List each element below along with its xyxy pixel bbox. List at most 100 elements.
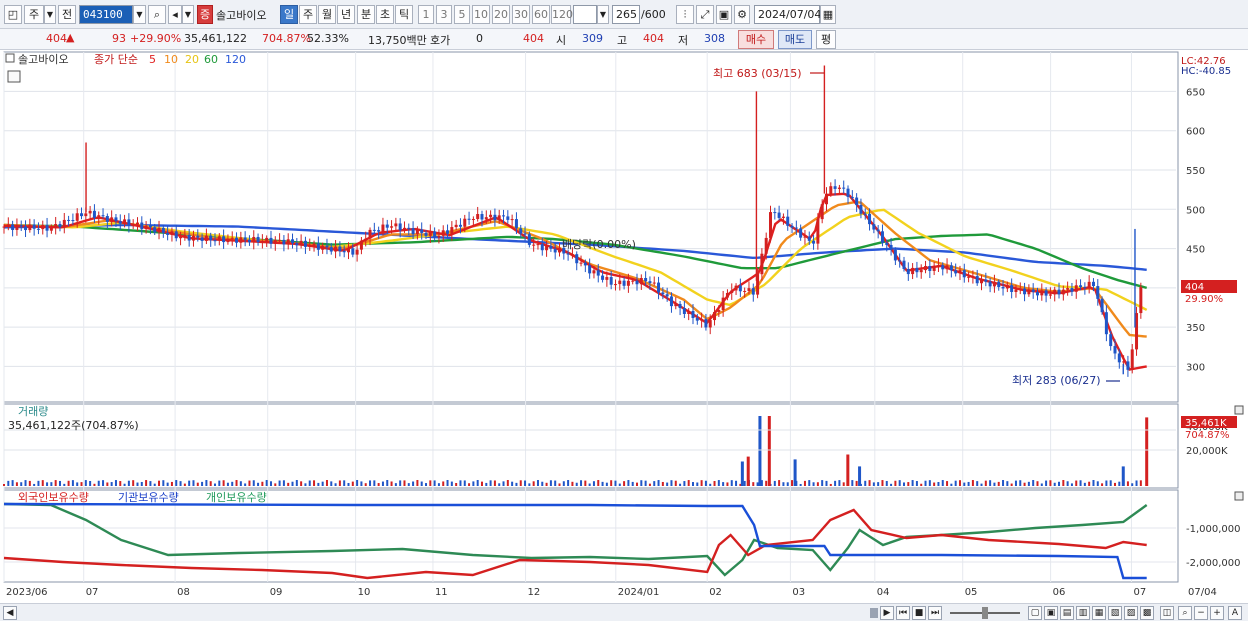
candle-body	[291, 239, 295, 244]
sound-dropdown-icon[interactable]: ▼	[182, 5, 194, 24]
first-page-icon[interactable]: ⏮	[896, 606, 910, 620]
volume-bar	[722, 482, 725, 486]
holdings-close-icon[interactable]	[1234, 491, 1244, 501]
layout-icon-5[interactable]: ▦	[1092, 606, 1106, 620]
volume-bar	[782, 482, 785, 486]
period-second[interactable]: 초	[376, 5, 394, 24]
layout-icon-2[interactable]: ▣	[1044, 606, 1058, 620]
layout-icon-3[interactable]: ▤	[1060, 606, 1074, 620]
zoom-search-icon[interactable]: ⌕	[1178, 606, 1192, 620]
candle-body	[286, 239, 290, 245]
stop-icon[interactable]: ■	[912, 606, 926, 620]
volume-close-icon[interactable]	[1234, 405, 1244, 415]
custom-interval-input[interactable]	[573, 5, 597, 24]
stock-chart-svg[interactable]: 30035040045050055060065040,000K20,000K-1…	[0, 50, 1248, 603]
volume-bar	[321, 481, 324, 486]
volume-bar	[1114, 482, 1117, 486]
candle-body	[381, 224, 385, 232]
eval-button[interactable]: 평	[816, 30, 836, 49]
period-tick[interactable]: 틱	[395, 5, 413, 24]
interval-dropdown-icon[interactable]: ▼	[597, 5, 609, 24]
interval-60[interactable]: 60	[532, 5, 550, 24]
stock-code-input[interactable]: 043100	[79, 5, 133, 24]
layout-icon-8[interactable]: ▩	[1140, 606, 1154, 620]
interval-120[interactable]: 120	[551, 5, 573, 24]
chart-area[interactable]: 30035040045050055060065040,000K20,000K-1…	[0, 50, 1248, 603]
layout-icon-4[interactable]: ▥	[1076, 606, 1090, 620]
candle-body	[458, 224, 462, 227]
volume-bar	[476, 480, 479, 486]
draw-tool-icon[interactable]: ⤢	[696, 5, 714, 24]
period-week[interactable]: 주	[299, 5, 317, 24]
holdings-individual-title: 개인보유수량	[206, 491, 267, 504]
candle-body	[764, 237, 768, 254]
candle-type-icon[interactable]: ⫶	[676, 5, 694, 24]
candle-body	[11, 224, 15, 230]
scroll-thumb[interactable]	[870, 608, 878, 618]
interval-10[interactable]: 10	[472, 5, 490, 24]
candle-body	[575, 254, 579, 264]
layout-icon-6[interactable]: ▧	[1108, 606, 1122, 620]
layout-icon-9[interactable]: ◫	[1160, 606, 1174, 620]
candle-body	[179, 236, 183, 239]
speaker-icon[interactable]: ◂	[168, 5, 182, 24]
candle-body	[372, 229, 376, 231]
quote-bar: 404 ▲ 93 +29.90% 35,461,122 704.87% 52.3…	[0, 29, 1248, 50]
volume-bar	[493, 480, 496, 486]
calendar-icon[interactable]: ▦	[820, 5, 836, 24]
table-toggle-icon[interactable]	[7, 70, 21, 83]
buy-button[interactable]: 매수	[738, 30, 774, 49]
candle-body	[545, 245, 549, 251]
code-dropdown-icon[interactable]: ▼	[133, 5, 146, 24]
volume-bar	[605, 482, 608, 486]
interval-5[interactable]: 5	[454, 5, 470, 24]
zoom-slider-thumb[interactable]	[982, 607, 988, 619]
date-input[interactable]: 2024/07/04	[754, 5, 821, 24]
interval-3[interactable]: 3	[436, 5, 452, 24]
interval-20[interactable]: 20	[492, 5, 510, 24]
volume-bar-spike	[767, 416, 771, 486]
auto-scale-icon[interactable]: A	[1228, 606, 1242, 620]
bottom-scrollbar[interactable]: ◀ ▶ ⏮ ■ ⏭ ▢ ▣ ▤ ▥ ▦ ▧ ▨ ▩ ◫ ⌕ − + A	[0, 603, 1248, 621]
zoom-out-icon[interactable]: −	[1194, 606, 1208, 620]
period-year[interactable]: 년	[337, 5, 355, 24]
window-icon[interactable]: ◰	[4, 5, 22, 24]
candle-body	[941, 265, 945, 270]
candle-body	[1057, 289, 1061, 295]
interval-1[interactable]: 1	[418, 5, 434, 24]
candle-body	[80, 213, 84, 217]
candle-body	[364, 238, 368, 241]
volume-bar	[890, 483, 893, 486]
candle-body	[437, 235, 441, 238]
candle-body	[855, 197, 859, 205]
volume-bar	[394, 483, 397, 486]
interval-30[interactable]: 30	[512, 5, 530, 24]
layout-icon-1[interactable]: ▢	[1028, 606, 1042, 620]
market-dropdown-icon[interactable]: ▼	[44, 5, 56, 24]
market-select[interactable]: 주	[24, 5, 44, 24]
volume-bar	[558, 483, 561, 486]
save-icon[interactable]: ▣	[716, 5, 732, 24]
zoom-in-icon[interactable]: +	[1210, 606, 1224, 620]
candle-body	[1066, 288, 1070, 290]
volume-bar-spike	[858, 466, 862, 486]
period-month[interactable]: 월	[318, 5, 336, 24]
sell-button[interactable]: 매도	[778, 30, 812, 49]
candle-body	[84, 213, 88, 217]
scroll-right-icon[interactable]: ▶	[880, 606, 894, 620]
holdings-tick-label: -2,000,000	[1186, 558, 1241, 569]
volume-bar	[360, 481, 363, 486]
volume-bar	[894, 480, 897, 486]
count-input[interactable]: 265	[612, 5, 640, 24]
prev-button[interactable]: 전	[58, 5, 76, 24]
period-day[interactable]: 일	[280, 5, 298, 24]
candle-body	[1096, 286, 1100, 299]
candle-body	[820, 204, 824, 220]
last-page-icon[interactable]: ⏭	[928, 606, 942, 620]
badge: 증	[197, 5, 213, 24]
scroll-left-icon[interactable]: ◀	[3, 606, 17, 620]
search-icon[interactable]: ⌕	[148, 5, 166, 24]
gear-icon[interactable]: ⚙	[734, 5, 750, 24]
period-minute[interactable]: 분	[357, 5, 375, 24]
layout-icon-7[interactable]: ▨	[1124, 606, 1138, 620]
